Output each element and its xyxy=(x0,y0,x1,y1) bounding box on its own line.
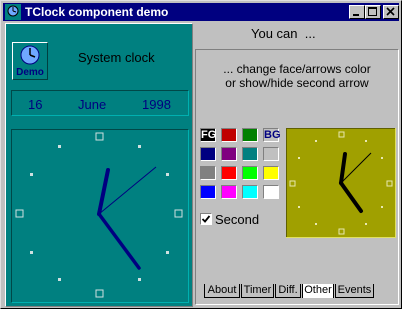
maximize-icon xyxy=(368,7,377,16)
window-title: TClock component demo xyxy=(25,5,169,19)
color-swatch-purple[interactable] xyxy=(221,147,237,161)
you-can-heading: You can ... xyxy=(251,26,316,41)
tab-diff[interactable]: Diff. xyxy=(275,284,301,298)
color-swatch-blue[interactable] xyxy=(200,185,216,199)
date-year: 1998 xyxy=(142,97,171,112)
color-swatch-navy[interactable] xyxy=(200,147,216,161)
demo-label: Demo xyxy=(16,67,44,78)
subtitle-line-2: or show/hide second arrow xyxy=(225,76,369,90)
color-swatch-cyan[interactable] xyxy=(242,185,258,199)
minimize-button[interactable] xyxy=(349,5,365,19)
options-panel: ... change face/arrows color or show/hid… xyxy=(195,49,399,305)
tab-timer[interactable]: Timer xyxy=(241,284,274,298)
demo-logo: Demo xyxy=(12,42,48,80)
second-checkbox-label[interactable]: Second xyxy=(215,212,259,227)
color-swatch-lime[interactable] xyxy=(242,166,258,180)
color-swatch-silver[interactable] xyxy=(263,147,279,161)
tab-other[interactable]: Other xyxy=(302,284,334,298)
tab-events[interactable]: Events xyxy=(335,284,374,298)
system-minute-hand xyxy=(97,212,141,270)
checkmark-icon xyxy=(201,215,211,223)
color-swatch-magenta[interactable] xyxy=(221,185,237,199)
custom-analog-clock xyxy=(286,128,396,238)
demo-clock-icon xyxy=(20,45,40,65)
date-day: 16 xyxy=(28,97,43,112)
app-clock-icon xyxy=(5,4,21,20)
maximize-button[interactable] xyxy=(365,5,381,19)
system-clock-heading: System clock xyxy=(78,50,155,65)
close-icon xyxy=(386,7,395,16)
color-swatch-gray[interactable] xyxy=(200,166,216,180)
title-bar[interactable]: TClock component demo xyxy=(3,3,399,21)
date-display: 16 June 1998 xyxy=(11,90,189,116)
color-swatch-teal[interactable] xyxy=(242,147,258,161)
color-palette: FG BG xyxy=(200,128,284,204)
system-analog-clock xyxy=(11,129,189,303)
main-window: TClock component demo Demo System clock … xyxy=(0,0,402,309)
tab-about[interactable]: About xyxy=(204,284,240,298)
bg-swatch[interactable]: BG xyxy=(263,128,281,142)
color-swatch-green[interactable] xyxy=(242,128,258,142)
close-button[interactable] xyxy=(383,5,399,19)
system-clock-face xyxy=(15,132,183,298)
system-clock-panel: Demo System clock 16 June 1998 xyxy=(5,23,193,307)
custom-clock-face xyxy=(286,128,396,238)
date-month: June xyxy=(78,97,107,112)
subtitle-line-1: ... change face/arrows color xyxy=(223,62,371,76)
minimize-icon xyxy=(353,14,359,16)
fg-swatch[interactable]: FG xyxy=(200,128,216,142)
second-hand-checkbox[interactable] xyxy=(200,213,212,225)
color-swatch-yellow[interactable] xyxy=(263,166,279,180)
color-swatch-white[interactable] xyxy=(263,185,279,199)
color-swatch-bright-red[interactable] xyxy=(221,166,237,180)
color-swatch-red[interactable] xyxy=(221,128,237,142)
